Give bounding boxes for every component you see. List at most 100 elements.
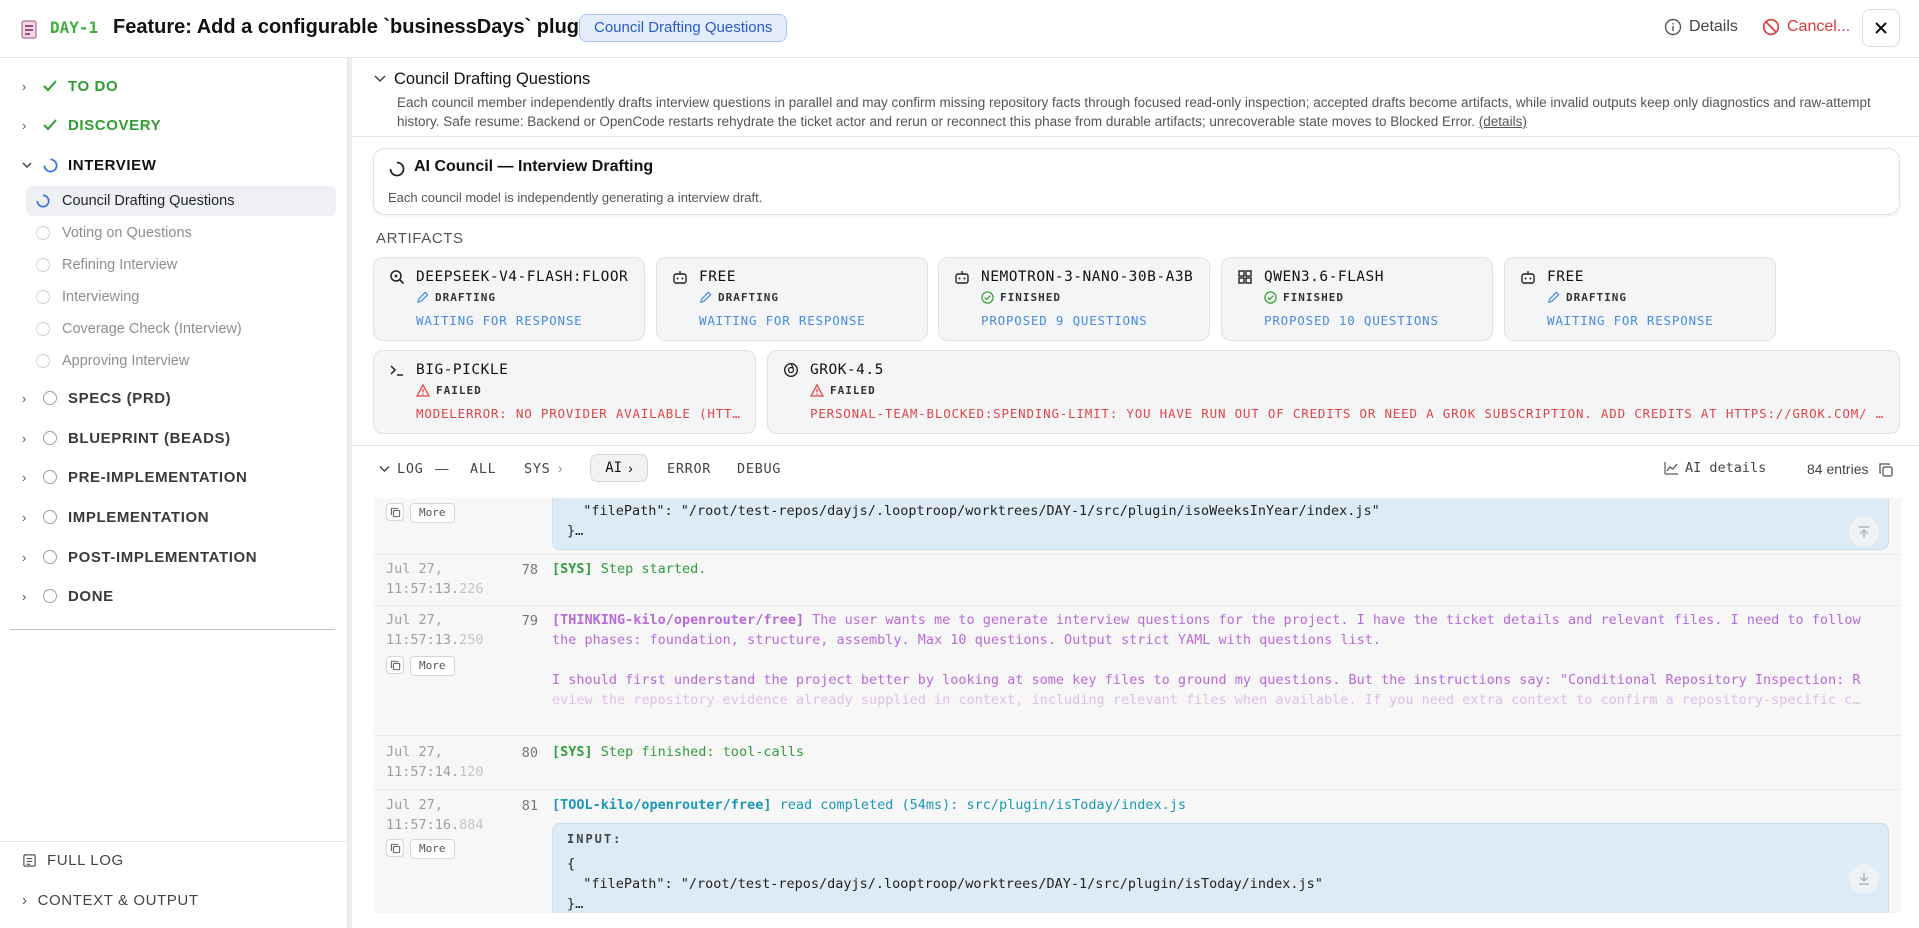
artifact-card[interactable]: GROK-4.5 FAILED PERSONAL-TEAM-BLOCKED:SP… [767,350,1900,434]
spinner-icon [389,161,405,177]
warning-icon [416,384,430,397]
phase-label: IMPLEMENTATION [68,508,210,526]
step-label: Refining Interview [62,257,178,273]
filter-error[interactable]: ERROR [667,461,711,477]
robot-icon [955,271,969,284]
scroll-top-button[interactable] [1849,517,1879,547]
entry-time: 11:57:13. [386,632,460,648]
phase-todo[interactable]: › TO DO [22,74,118,98]
phase-post-implementation[interactable]: › POST-IMPLEMENTATION [22,545,257,569]
pencil-icon [1547,291,1560,304]
log-list-icon [23,854,36,867]
entry-number: 81 [521,798,538,814]
artifact-status-label: FINISHED [1283,291,1344,304]
phase-implementation[interactable]: › IMPLEMENTATION [22,505,209,529]
step-voting[interactable]: Voting on Questions [26,218,336,248]
chevron-right-icon: › [22,588,27,604]
more-button[interactable]: More [410,656,455,676]
close-button[interactable] [1862,9,1900,47]
chevron-right-icon: › [22,892,28,909]
log-entry: Jul 27, 11:57:13.250 79 More [THINKING-ki… [374,606,1901,736]
context-output-toggle[interactable]: › CONTEXT & OUTPUT [22,892,199,909]
entry-message: Step started. [592,561,707,577]
phase-specs[interactable]: › SPECS (PRD) [22,386,171,410]
step-council-drafting[interactable]: Council Drafting Questions [26,186,336,216]
entries-count: 84 entries [1807,461,1869,477]
entry-ms: 120 [459,764,484,780]
phase-discovery[interactable]: › DISCOVERY [22,113,161,137]
context-output-label: CONTEXT & OUTPUT [37,892,199,909]
phase-pre-implementation[interactable]: › PRE-IMPLEMENTATION [22,465,247,489]
artifact-card[interactable]: NEMOTRON-3-NANO-30B-A3B FINISHED PROPOSE… [938,257,1210,341]
artifact-status: DRAFTING [1547,291,1627,304]
full-log-button[interactable]: FULL LOG [22,852,124,869]
entry-text: [TOOL-kilo/openrouter/free] read complet… [552,795,1186,815]
artifact-card[interactable]: FREE DRAFTING WAITING FOR RESPONSE [656,257,928,341]
phase-badge: Council Drafting Questions [579,14,788,42]
more-button[interactable]: More [410,503,455,523]
grid-icon [1238,270,1252,284]
entry-tag: [SYS] [552,561,593,577]
cancel-button[interactable]: Cancel... [1762,18,1850,36]
log-panel[interactable]: More "filePath": "/root/test-repos/dayjs… [374,498,1901,913]
filter-all[interactable]: ALL [470,461,496,477]
chevron-down-icon[interactable] [379,465,390,473]
filter-ai[interactable]: AI › [590,454,648,482]
copy-icon[interactable] [1878,462,1894,478]
copy-icon[interactable] [386,839,404,857]
log-entry: Jul 27, 11:57:14.120 80 [SYS] Step finish… [374,738,1901,790]
ai-details-button[interactable]: AI details [1664,460,1766,476]
entry-number: 80 [521,745,538,761]
more-button[interactable]: More [410,839,455,859]
chevron-right-icon: › [22,430,27,446]
pencil-icon [416,291,429,304]
input-block: INPUT: { "filePath": "/root/test-repos/d… [552,823,1889,913]
phase-done[interactable]: › DONE [22,584,114,608]
divider [10,629,335,630]
arrow-up-to-line-icon [1859,526,1869,538]
artifact-card[interactable]: BIG-PICKLE FAILED MODELERROR: NO PROVIDE… [373,350,756,434]
scroll-bottom-button[interactable] [1849,864,1879,894]
spinner-icon [36,194,50,208]
details-link[interactable]: (details) [1479,114,1527,129]
input-block: "filePath": "/root/test-repos/dayjs/.loo… [552,498,1889,550]
copy-icon[interactable] [386,656,404,674]
pending-circle-icon [36,290,50,304]
artifact-card[interactable]: DEEPSEEK-V4-FLASH:FLOOR DRAFTING WAITING… [373,257,645,341]
step-refining[interactable]: Refining Interview [26,250,336,280]
entry-line: the phases: foundation, structure, assem… [552,632,1382,648]
phase-description: Each council member independently drafts… [397,93,1897,131]
filter-debug[interactable]: DEBUG [737,461,781,477]
artifact-status: FINISHED [981,291,1061,304]
pending-circle-icon [42,430,58,446]
step-coverage-check[interactable]: Coverage Check (Interview) [26,314,336,344]
warning-icon [810,384,824,397]
chevron-right-icon: › [558,461,564,476]
phase-blueprint[interactable]: › BLUEPRINT (BEADS) [22,426,231,450]
step-interviewing[interactable]: Interviewing [26,282,336,312]
chevron-right-icon: › [22,509,27,525]
artifact-status-label: FAILED [830,384,876,397]
details-button[interactable]: Details [1664,18,1738,36]
entry-timestamp: Jul 27, 11:57:13.226 [386,559,484,599]
info-icon [1664,18,1682,36]
entry-tag: [SYS] [552,744,593,760]
artifact-card[interactable]: QWEN3.6-FLASH FINISHED PROPOSED 10 QUEST… [1221,257,1493,341]
phase-label: PRE-IMPLEMENTATION [68,468,248,486]
entry-text: [SYS] Step started. [552,559,706,579]
filter-sys[interactable]: SYS [524,461,550,477]
phase-header: Council Drafting Questions Each council … [352,58,1919,137]
artifact-card[interactable]: FREE DRAFTING WAITING FOR RESPONSE [1504,257,1776,341]
phase-interview[interactable]: INTERVIEW [22,153,156,177]
entry-date: Jul 27, [386,612,443,628]
chevron-down-icon[interactable] [374,73,386,83]
pending-circle-icon [42,509,58,525]
artifact-status-label: DRAFTING [718,291,779,304]
pending-circle-icon [42,588,58,604]
artifact-name: DEEPSEEK-V4-FLASH:FLOOR [416,269,629,285]
artifact-detail: PERSONAL-TEAM-BLOCKED:SPENDING-LIMIT: YO… [810,406,1888,421]
copy-icon[interactable] [386,503,404,521]
input-close: }… [567,523,584,539]
artifact-status: FAILED [810,384,876,397]
step-approving[interactable]: Approving Interview [26,346,336,376]
